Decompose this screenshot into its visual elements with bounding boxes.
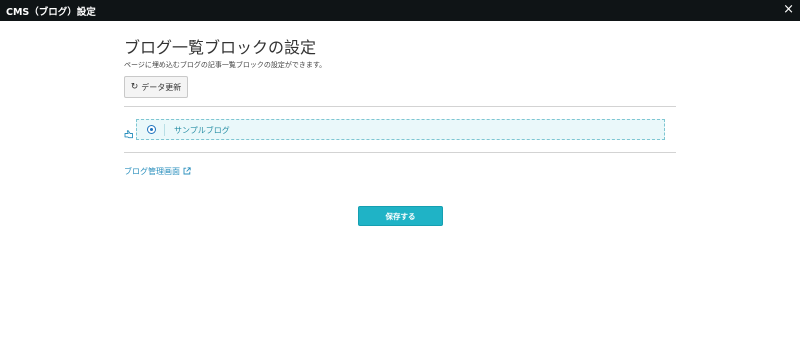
divider-top	[124, 106, 676, 107]
blog-management-link[interactable]: ブログ管理画面	[124, 166, 191, 177]
page-title: ブログ一覧ブロックの設定	[124, 38, 317, 57]
refresh-icon: ↻	[130, 81, 139, 92]
page-description: ページに埋め込むブログの記事一覧ブロックの設定ができます。	[124, 61, 327, 69]
window-titlebar: CMS（ブログ）設定 ×	[0, 0, 800, 21]
row-separator	[164, 124, 165, 136]
pointing-hand-icon[interactable]	[124, 124, 134, 139]
blog-name: サンプルブログ	[174, 126, 230, 135]
save-button[interactable]: 保存する	[358, 206, 443, 226]
window-title: CMS（ブログ）設定	[6, 7, 96, 18]
blog-list-item[interactable]: サンプルブログ	[136, 119, 665, 140]
close-icon[interactable]: ×	[783, 2, 794, 18]
blog-radio-button[interactable]	[147, 125, 156, 134]
refresh-data-button[interactable]: ↻ データ更新	[124, 76, 188, 98]
refresh-data-label: データ更新	[141, 82, 182, 92]
external-link-icon	[183, 166, 191, 177]
divider-bottom	[124, 152, 676, 153]
blog-management-label: ブログ管理画面	[124, 167, 180, 176]
